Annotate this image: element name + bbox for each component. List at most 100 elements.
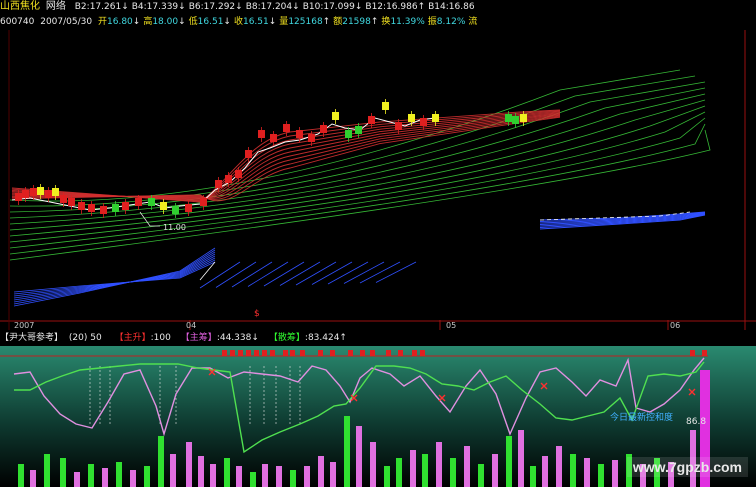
indicator-bar bbox=[116, 462, 122, 487]
quote-value: 11.39% bbox=[390, 17, 425, 27]
indicator-bar bbox=[478, 464, 484, 487]
indicator-bar bbox=[370, 442, 376, 487]
quote-arrow: ↑ bbox=[370, 17, 379, 27]
ma-label: B8: bbox=[245, 2, 261, 12]
indicator-top-bar bbox=[398, 350, 403, 356]
quote-header-row2: 600740 2007/05/30 开16.80↓ 高18.00↓ 低16.51↓ 收… bbox=[0, 15, 756, 29]
indicator-bar bbox=[598, 464, 604, 487]
quote-header-row1: 山西焦化 网络 B2:17.261↓ B4:17.339↓ B6:17.292↓ B8… bbox=[0, 0, 756, 15]
indicator-bar bbox=[210, 464, 216, 487]
indicator-bar bbox=[74, 472, 80, 487]
ma-value: 17.339 bbox=[146, 2, 179, 12]
indicator-bar bbox=[130, 470, 136, 487]
indicator-params: (20) 50 bbox=[68, 333, 102, 343]
quote-arrow: ↓ bbox=[132, 17, 141, 27]
ma-value: 17.261 bbox=[89, 2, 122, 12]
ma-arrow: ↓ bbox=[354, 2, 363, 12]
low-price-label: 11.00 bbox=[163, 223, 186, 232]
indicator-item: 【主升】:100 bbox=[115, 333, 171, 343]
quote-value: 21598 bbox=[342, 17, 371, 27]
indicator-bar bbox=[158, 436, 164, 487]
stock-code: 600740 bbox=[0, 17, 35, 27]
indicator-bar bbox=[518, 430, 524, 487]
quote-arrow: ↓ bbox=[223, 17, 231, 27]
quote-item: 高18.00↓ bbox=[143, 15, 185, 29]
ma-arrow: ↓ bbox=[178, 2, 186, 12]
indicator-top-bar bbox=[690, 350, 695, 356]
indicator-bar bbox=[236, 466, 242, 487]
indicator-bar bbox=[304, 466, 310, 487]
indicator-bar bbox=[450, 458, 456, 487]
ma-item: B6:17.292↓ bbox=[189, 0, 243, 14]
time-axis-label: 06 bbox=[670, 321, 680, 330]
ma-label: B10: bbox=[302, 2, 324, 12]
ma-label: B14: bbox=[428, 2, 449, 12]
indicator-bar bbox=[88, 464, 94, 487]
indicator-bar bbox=[318, 456, 324, 487]
indicator-bar bbox=[584, 458, 590, 487]
quote-arrow: ↑ bbox=[322, 17, 331, 27]
indicator-top-bar bbox=[386, 350, 391, 356]
time-axis-label: 04 bbox=[186, 321, 196, 330]
quote-item: 收16.51↓ bbox=[234, 15, 276, 29]
indicator-header: 【尹大哥参考】 (20) 50 【主升】:100 【主筹】:44.338↓ 【散筹】… bbox=[0, 331, 756, 345]
indicator-bar bbox=[44, 454, 50, 487]
indicator-bar bbox=[18, 464, 24, 487]
indicator-bar bbox=[30, 470, 36, 487]
indicator-top-bar bbox=[246, 350, 251, 356]
ma-arrow: ↓ bbox=[292, 2, 300, 12]
indicator-bar bbox=[170, 454, 176, 487]
indicator-top-bar bbox=[300, 350, 305, 356]
indicator-bar bbox=[570, 454, 576, 487]
indicator-top-bar bbox=[318, 350, 323, 356]
indicator-top-bar bbox=[412, 350, 417, 356]
indicator-top-bar bbox=[254, 350, 259, 356]
indicator-top-bar bbox=[370, 350, 375, 356]
ma-label: B6: bbox=[188, 2, 204, 12]
indicator-bar bbox=[356, 426, 362, 487]
quote-arrow: ↓ bbox=[268, 17, 277, 27]
indicator-item-name: 【散筹】 bbox=[268, 333, 305, 343]
stock-name[interactable]: 山西焦化 bbox=[0, 0, 40, 14]
quote-value: 16.51 bbox=[242, 17, 269, 27]
quote-arrow: ↓ bbox=[178, 17, 186, 27]
quote-label: 流 bbox=[468, 17, 478, 27]
indicator-title[interactable]: 【尹大哥参考】 bbox=[0, 333, 63, 343]
quote-value: 125168 bbox=[288, 17, 323, 27]
quote-label: 收 bbox=[233, 17, 243, 27]
ma-value: 17.204 bbox=[260, 2, 293, 12]
quote-item: 开16.80↓ bbox=[98, 15, 140, 29]
quote-value: 16.51 bbox=[197, 17, 224, 27]
today-control-label: 今日最新控和度 bbox=[610, 413, 674, 423]
indicator-top-bar bbox=[290, 350, 295, 356]
indicator-bar bbox=[556, 446, 562, 487]
indicator-bar bbox=[436, 442, 442, 487]
quote-label: 低 bbox=[188, 17, 198, 27]
quote-value: 8.12% bbox=[436, 17, 466, 27]
quote-date: 2007/05/30 bbox=[40, 17, 93, 27]
indicator-bar bbox=[290, 470, 296, 487]
quote-label: 开 bbox=[97, 17, 107, 27]
watermark: www.7gpzb.com bbox=[626, 457, 748, 477]
quote-value: 18.00 bbox=[152, 17, 179, 27]
indicator-top-bar bbox=[283, 350, 288, 356]
indicator-bar bbox=[384, 466, 390, 487]
indicator-bar bbox=[506, 436, 512, 487]
indicator-bar bbox=[144, 466, 150, 487]
indicator-item: 【主筹】:44.338↓ bbox=[181, 333, 259, 343]
stock-tag: 网络 bbox=[45, 1, 66, 12]
quote-value: 16.80 bbox=[107, 17, 133, 27]
ma-value: 16.86 bbox=[448, 2, 475, 12]
ma-value: 16.986 bbox=[386, 2, 418, 12]
quote-item: 低16.51↓ bbox=[189, 15, 231, 29]
indicator-bar bbox=[410, 450, 416, 487]
indicator-values: 【主升】:100 【主筹】:44.338↓ 【散筹】:83.424↑ bbox=[115, 333, 357, 343]
indicator-top-bar bbox=[348, 350, 353, 356]
indicator-top-bar bbox=[230, 350, 235, 356]
ma-item: B12:16.986↑ bbox=[365, 0, 425, 14]
ma-label: B4: bbox=[131, 2, 147, 12]
indicator-bar bbox=[530, 466, 536, 487]
quote-item: 流 bbox=[468, 15, 477, 29]
indicator-bar bbox=[186, 442, 192, 487]
kline-chart[interactable]: 2007 04 05 06 $11.00 bbox=[0, 30, 756, 330]
